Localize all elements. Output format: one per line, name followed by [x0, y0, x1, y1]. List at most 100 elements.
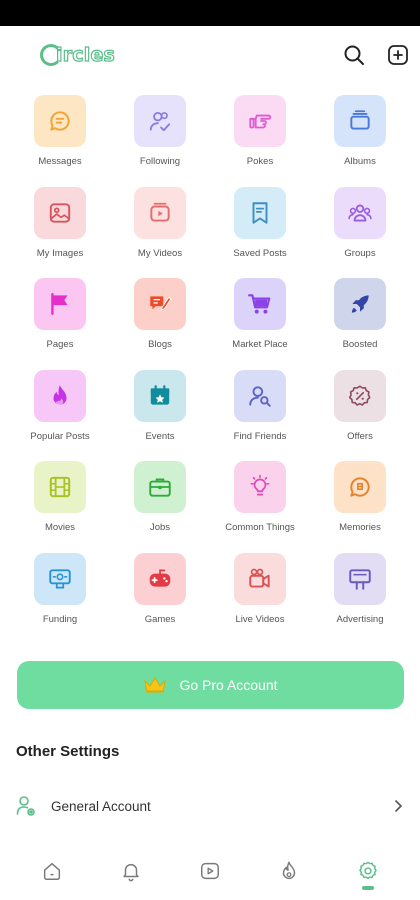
tile-label: Popular Posts — [30, 430, 90, 442]
tile-label: Boosted — [342, 339, 378, 351]
tile-label: Blogs — [148, 339, 172, 351]
tile-movies[interactable]: Movies — [10, 458, 110, 550]
tile-label: Pokes — [246, 156, 274, 167]
tile-albums[interactable]: Albums — [310, 92, 410, 184]
top-bar: ircles — [0, 26, 420, 84]
offer-icon — [334, 369, 386, 422]
tile-find-friends[interactable]: Find Friends — [210, 367, 310, 459]
tile-label: My Videos — [137, 247, 183, 259]
gear-icon — [359, 861, 378, 880]
tile-label: Advertising — [336, 613, 384, 625]
tile-offers[interactable]: Offers — [310, 367, 410, 459]
other-settings-title: Other Settings — [16, 743, 120, 760]
billboard-icon — [334, 552, 386, 605]
album-icon — [334, 95, 386, 147]
tile-blogs[interactable]: Blogs — [110, 275, 210, 367]
tile-label: Offers — [347, 430, 373, 442]
go-pro-label: Go Pro Account — [179, 677, 278, 693]
user-gear-icon — [16, 796, 35, 816]
tile-funding[interactable]: Funding — [10, 550, 110, 642]
flag-icon — [34, 278, 86, 331]
go-pro-button[interactable]: Go Pro Account — [17, 661, 404, 709]
play-icon — [200, 862, 219, 880]
tile-pages[interactable]: Pages — [10, 275, 110, 367]
tile-live-videos[interactable]: Live Videos — [210, 550, 310, 642]
calendar-icon — [134, 369, 186, 422]
tile-label: Movies — [44, 522, 76, 534]
tile-my-images[interactable]: My Images — [10, 184, 110, 276]
tile-boosted[interactable]: Boosted — [310, 275, 410, 367]
tile-label: Jobs — [149, 522, 171, 534]
tile-label: My Images — [36, 247, 84, 259]
tile-jobs[interactable]: Jobs — [110, 458, 210, 550]
tile-label: Following — [139, 156, 181, 167]
tile-my-videos[interactable]: My Videos — [110, 184, 210, 276]
fire-icon — [282, 861, 296, 879]
hand-point-icon — [234, 95, 286, 147]
funding-icon — [34, 552, 86, 605]
tile-label: Saved Posts — [233, 247, 287, 259]
user-search-icon — [234, 369, 286, 422]
tile-market-place[interactable]: Market Place — [210, 275, 310, 367]
bookmark-icon — [234, 186, 286, 239]
tile-label: Pages — [46, 339, 74, 351]
video-icon — [134, 186, 186, 239]
bulb-icon — [234, 461, 286, 514]
camera-icon — [234, 552, 286, 605]
app-logo[interactable]: ircles — [40, 41, 115, 69]
chat-icon — [34, 95, 86, 147]
search-icon[interactable] — [342, 43, 366, 67]
tile-following[interactable]: Following — [110, 92, 210, 184]
image-icon — [34, 186, 86, 239]
tile-saved-posts[interactable]: Saved Posts — [210, 184, 310, 276]
cart-icon — [234, 278, 286, 331]
bell-icon — [123, 863, 139, 882]
add-square-icon[interactable] — [386, 43, 410, 67]
general-account-row[interactable]: General Account — [16, 790, 404, 822]
tile-events[interactable]: Events — [110, 367, 210, 459]
tile-messages[interactable]: Messages — [10, 92, 110, 184]
nav-home[interactable] — [22, 848, 82, 896]
tile-label: Messages — [38, 156, 82, 167]
tile-label: Events — [145, 430, 175, 442]
home-icon — [43, 862, 60, 880]
tile-games[interactable]: Games — [110, 550, 210, 642]
tile-popular-posts[interactable]: Popular Posts — [10, 367, 110, 459]
crown-icon — [144, 677, 167, 693]
rocket-icon — [334, 278, 386, 331]
tile-memories[interactable]: Memories — [310, 458, 410, 550]
bottom-nav — [0, 848, 420, 900]
tile-label: Common Things — [225, 522, 295, 534]
tile-label: Albums — [344, 156, 376, 167]
users-check-icon — [134, 95, 186, 147]
tile-label: Find Friends — [233, 430, 287, 442]
shortcut-grid: Messages Following Pokes Albums My Images My … — [10, 92, 410, 642]
active-indicator — [362, 886, 375, 890]
logo-c-mark — [40, 44, 62, 66]
tile-label: Live Videos — [235, 613, 285, 625]
blog-icon — [134, 278, 186, 331]
gamepad-icon — [134, 552, 186, 605]
film-icon — [34, 461, 86, 514]
fire-icon — [34, 369, 86, 422]
tile-pokes[interactable]: Pokes — [210, 92, 310, 184]
nav-videos[interactable] — [180, 848, 240, 896]
logo-text: ircles — [55, 43, 116, 66]
general-account-label: General Account — [51, 798, 151, 814]
briefcase-icon — [134, 461, 186, 514]
tile-label: Funding — [42, 613, 78, 625]
tile-label: Memories — [339, 522, 381, 534]
chevron-right-icon — [395, 800, 403, 812]
tile-label: Market Place — [232, 339, 288, 351]
tile-label: Groups — [344, 247, 376, 259]
tile-groups[interactable]: Groups — [310, 184, 410, 276]
tile-advertising[interactable]: Advertising — [310, 550, 410, 642]
status-bar — [0, 0, 420, 26]
nav-notifications[interactable] — [101, 848, 161, 896]
group-icon — [334, 186, 386, 239]
memory-icon — [334, 461, 386, 514]
tile-common-things[interactable]: Common Things — [210, 458, 310, 550]
nav-settings[interactable] — [338, 848, 398, 896]
tile-label: Games — [144, 613, 176, 625]
nav-popular[interactable] — [259, 848, 319, 896]
